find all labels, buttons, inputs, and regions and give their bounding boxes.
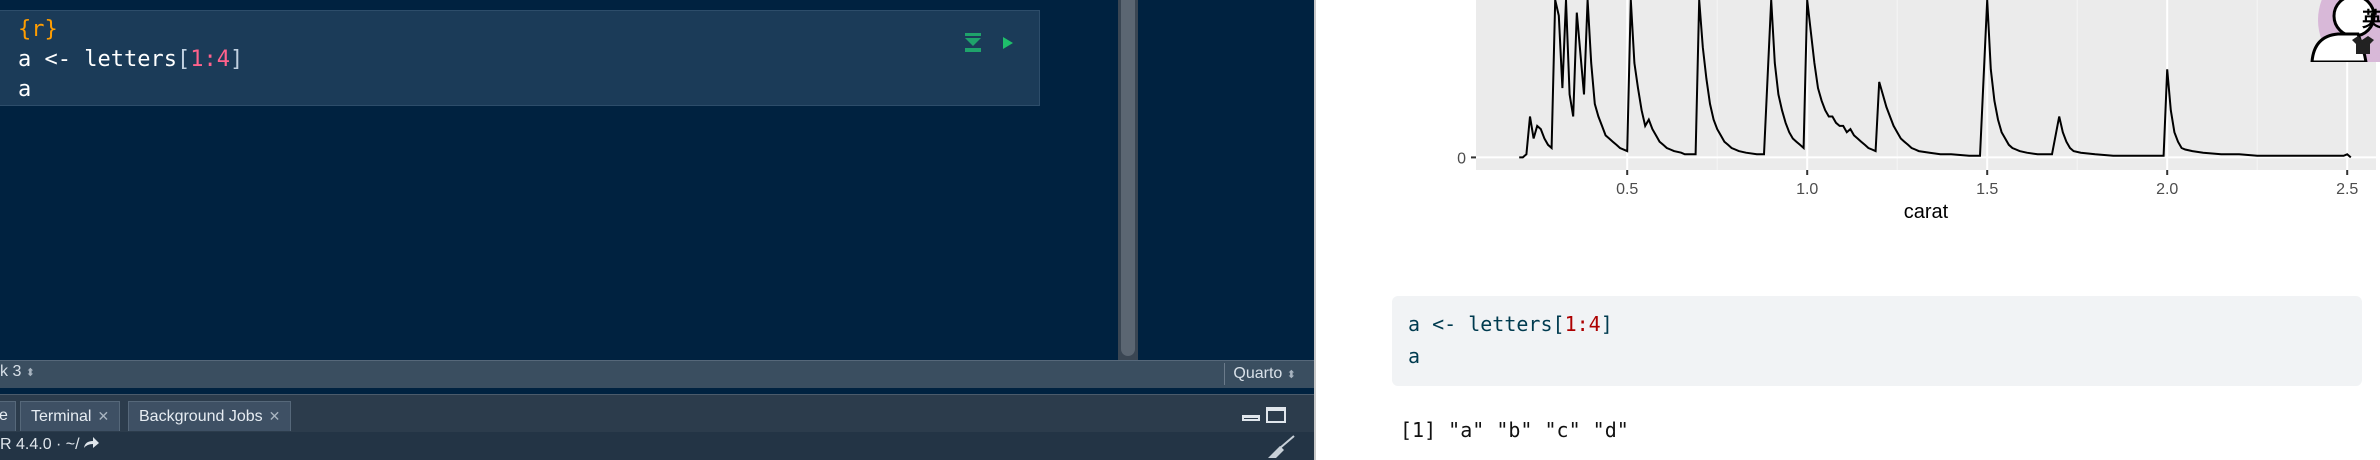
clear-console-icon[interactable] (1266, 434, 1296, 458)
y-tick-label: 0 (1457, 150, 1466, 167)
code-operator: <- (1420, 312, 1469, 336)
code-function: letters (1468, 312, 1553, 336)
code-number: 1 (190, 47, 204, 72)
code-operator: <- (31, 47, 85, 72)
code-bracket: ] (1600, 312, 1613, 336)
avatar-badge: 英 (2362, 7, 2380, 31)
x-axis: 0.5 1.0 1.5 2.0 2.5 (1616, 170, 2358, 198)
code-line[interactable]: a <- letters[1:4] (18, 47, 243, 72)
document-type-label: Quarto (1233, 365, 1283, 382)
tab-background-jobs[interactable]: Background Jobs ✕ (128, 401, 292, 431)
code-variable: a (1408, 312, 1421, 336)
run-chunk-icon[interactable] (998, 31, 1018, 55)
density-plot: 0.5 1.0 1.5 2.0 2.5 0 carat (1457, 0, 2376, 223)
chevron-updown-icon: ⬍ (25, 367, 36, 379)
chunk-header: {r} (18, 17, 58, 42)
plot-panel (1476, 0, 2376, 170)
x-axis-title: carat (1904, 201, 1949, 223)
code-colon: : (1576, 312, 1589, 336)
editor-status-bar: k 3 ⬍ Quarto ⬍ (0, 360, 1314, 388)
code-number: 1 (1564, 312, 1577, 336)
code-number: 4 (216, 47, 230, 72)
run-previous-chunks-icon[interactable] (962, 31, 984, 55)
x-tick-label: 2.0 (2156, 181, 2178, 198)
source-editor[interactable]: {r} a <- letters[1:4] a (0, 0, 1118, 360)
code-line: a (1408, 344, 1421, 368)
avatar: 英 (2310, 0, 2380, 62)
code-function: letters (84, 47, 177, 72)
console-tab-bar: e Terminal ✕ Background Jobs ✕ (0, 394, 1314, 432)
code-chunk[interactable]: {r} a <- letters[1:4] a (0, 10, 1040, 106)
rendered-document: 0.5 1.0 1.5 2.0 2.5 0 carat 英 a <- letters[1… (1316, 0, 2380, 460)
y-axis: 0 (1457, 150, 1476, 167)
close-icon[interactable]: ✕ (97, 408, 109, 424)
code-colon: : (203, 47, 217, 72)
editor-margin (1138, 0, 1314, 360)
go-to-directory-icon[interactable] (82, 436, 100, 450)
editor-scrollbar[interactable] (1118, 0, 1138, 360)
chevron-updown-icon: ⬍ (1286, 369, 1296, 381)
code-number: 4 (1588, 312, 1601, 336)
x-tick-label: 1.5 (1976, 181, 1998, 198)
code-bracket: [ (176, 47, 191, 72)
code-bracket: ] (229, 47, 244, 72)
close-icon[interactable]: ✕ (269, 408, 281, 424)
r-version-label: R 4.4.0 · ~/ (0, 436, 80, 453)
r-version-path: R 4.4.0 · ~/ (0, 436, 100, 454)
scrollbar-thumb[interactable] (1121, 0, 1135, 356)
code-line[interactable]: a (18, 77, 31, 102)
chunk-nav-label: k 3 (0, 363, 22, 380)
chunk-navigator[interactable]: k 3 ⬍ (0, 363, 35, 381)
console-header: R 4.4.0 · ~/ (0, 432, 1314, 460)
tab-label: e (0, 407, 8, 424)
chunk-toolbar (962, 31, 1022, 55)
pane-controls (1242, 407, 1290, 427)
rstudio-ide: {r} a <- letters[1:4] a k 3 ⬍ Quarto ⬍ e… (0, 0, 1314, 460)
code-bracket: [ (1552, 312, 1565, 336)
code-variable: a (18, 47, 32, 72)
x-tick-label: 1.0 (1796, 181, 1818, 198)
x-tick-label: 0.5 (1616, 181, 1638, 198)
tab-label: Terminal (31, 408, 92, 425)
minimize-icon[interactable] (1242, 415, 1260, 421)
tab-label: Background Jobs (139, 408, 263, 425)
code-line: a <- letters[1:4] (1408, 312, 1613, 336)
tab-console[interactable]: e (0, 401, 16, 431)
document-type-menu[interactable]: Quarto ⬍ (1224, 363, 1304, 385)
x-tick-label: 2.5 (2336, 181, 2358, 198)
tab-terminal[interactable]: Terminal ✕ (20, 401, 121, 431)
maximize-icon[interactable] (1266, 407, 1286, 423)
code-output: [1] "a" "b" "c" "d" (1400, 418, 1629, 442)
code-block: a <- letters[1:4] a (1392, 296, 2362, 386)
